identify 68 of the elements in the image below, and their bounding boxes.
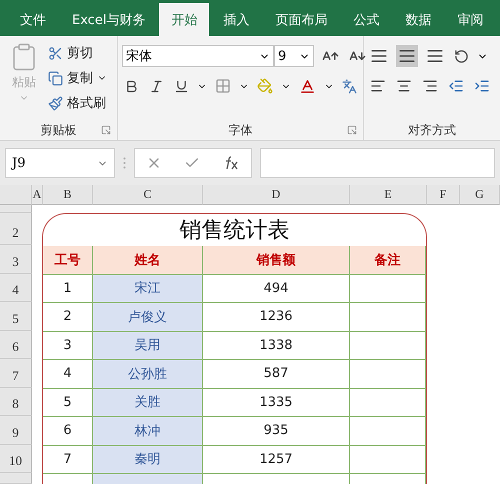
row-header[interactable]: 6 <box>0 330 32 359</box>
group-label: 对齐方式 <box>408 122 456 138</box>
phonetic-icon[interactable] <box>340 76 359 96</box>
column-header[interactable]: B <box>43 185 93 205</box>
table-cell: 587 <box>203 360 350 388</box>
column-heading: 销售额 <box>203 246 350 274</box>
column-header[interactable]: A <box>32 185 43 205</box>
ribbon-tab[interactable]: 开始 <box>159 3 210 36</box>
table-cell: 宋江 <box>93 274 203 303</box>
font-name-field[interactable]: 宋体 <box>122 45 274 67</box>
table-cell: 1338 <box>203 332 350 360</box>
table-cell: 5 <box>43 388 93 417</box>
table-cell: 7 <box>43 446 93 474</box>
clipboard-button[interactable]: 复制 <box>48 67 107 89</box>
column-heading: 工号 <box>43 246 93 274</box>
group-label: 字体 <box>228 122 252 138</box>
row-header[interactable]: 9 <box>0 416 32 444</box>
brush-icon <box>48 96 63 110</box>
ribbon-tab[interactable]: Excel与财务 <box>60 3 158 36</box>
table-cell: 林冲 <box>93 417 203 446</box>
table-cell: 1335 <box>203 388 350 417</box>
column-header[interactable]: C <box>93 185 203 205</box>
copy-icon <box>48 70 63 86</box>
table-cell: 3 <box>43 332 93 360</box>
vertical-align-icon[interactable] <box>396 45 418 67</box>
ribbon-tab[interactable]: 审阅 <box>445 3 496 36</box>
ribbon-tab[interactable]: 文件 <box>8 3 58 36</box>
table-cell: 秦明 <box>93 446 203 474</box>
table-cell: 卢俊义 <box>93 303 203 332</box>
clipboard-button[interactable]: 剪切 <box>48 42 107 64</box>
row-header[interactable]: 7 <box>0 359 32 388</box>
column-header[interactable]: G <box>460 185 500 205</box>
row-header[interactable]: 4 <box>0 274 32 302</box>
scissors-icon <box>48 46 63 60</box>
table-cell: 1257 <box>203 446 350 474</box>
table-cell: 4 <box>43 360 93 388</box>
table-cell: 吴用 <box>93 332 203 360</box>
table-cell: 1 <box>43 274 93 303</box>
clipboard-button[interactable]: 格式刷 <box>48 92 107 114</box>
row-header[interactable]: 10 <box>0 444 32 473</box>
row-header[interactable]: 5 <box>0 302 32 330</box>
table-cell: 2 <box>43 303 93 332</box>
table-cell: 494 <box>203 274 350 303</box>
launcher-icon[interactable] <box>101 125 111 135</box>
row-header[interactable]: 3 <box>0 245 32 274</box>
table-cell: 6 <box>43 417 93 446</box>
table-cell: 935 <box>203 417 350 446</box>
launcher-icon[interactable] <box>347 125 357 135</box>
table-title: 销售统计表 <box>178 217 290 245</box>
column-heading: 备注 <box>350 246 426 274</box>
column-header[interactable]: F <box>427 185 460 205</box>
row-header[interactable]: 2 <box>0 213 32 245</box>
column-heading: 姓名 <box>93 246 203 274</box>
column-header[interactable]: D <box>203 185 350 205</box>
table-cell: 1236 <box>203 303 350 332</box>
table-cell: 公孙胜 <box>93 360 203 388</box>
row-header[interactable]: 8 <box>0 388 32 416</box>
ribbon-tab[interactable]: 插入 <box>211 3 262 36</box>
formula-input[interactable] <box>260 148 495 178</box>
font-size-field[interactable]: 9 <box>274 45 314 67</box>
name-box[interactable]: J9 <box>5 148 115 178</box>
grip-icon <box>123 157 126 169</box>
ribbon-tab[interactable]: 页面布局 <box>263 3 340 36</box>
ribbon-tab[interactable]: 数据 <box>393 3 444 36</box>
table-cell: 关胜 <box>93 388 203 417</box>
group-label: 剪贴板 <box>40 122 76 138</box>
column-header[interactable]: E <box>350 185 427 205</box>
ribbon-tab[interactable]: 公式 <box>341 3 392 36</box>
